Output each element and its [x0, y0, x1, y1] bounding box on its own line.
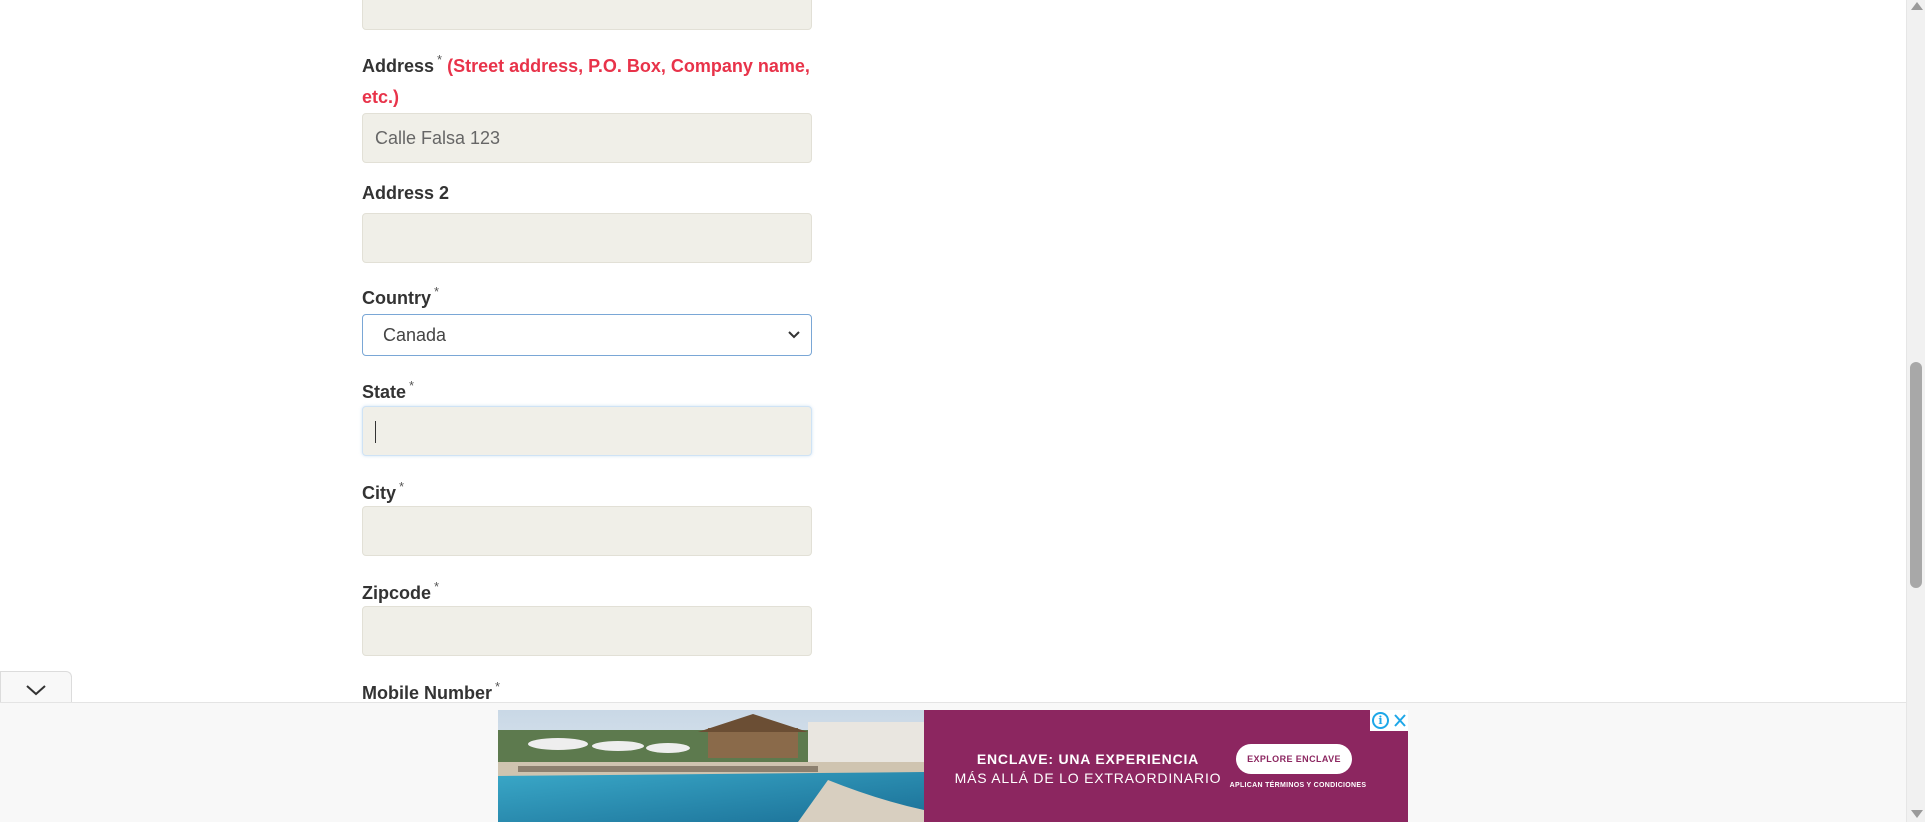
state-label: State * — [362, 370, 812, 408]
address2-input[interactable] — [362, 213, 812, 263]
ad-resort-photo — [498, 710, 924, 822]
required-mark: * — [409, 378, 415, 393]
country-field: Country * — [362, 276, 812, 314]
address-input[interactable]: Calle Falsa 123 — [362, 113, 812, 163]
zipcode-label: Zipcode * — [362, 571, 812, 609]
address2-label: Address 2 — [362, 183, 450, 203]
info-icon[interactable]: i — [1372, 712, 1389, 729]
address-label: Address * (Street address, P.O. Box, Comp… — [362, 44, 812, 82]
ad-collapse-button[interactable] — [0, 671, 72, 703]
city-label: City * — [362, 471, 812, 509]
ad-subline: MÁS ALLÁ DE LO EXTRAORDINARIO — [954, 770, 1222, 786]
address-hint: (Street address, P.O. Box, Company name, — [447, 56, 810, 76]
address-label-text: Address — [362, 56, 435, 76]
ad-cta-button[interactable]: EXPLORE ENCLAVE — [1236, 744, 1352, 774]
zipcode-input[interactable] — [362, 606, 812, 656]
chevron-down-icon — [26, 685, 46, 696]
country-selected-value: Canada — [383, 325, 447, 345]
close-icon[interactable] — [1392, 712, 1408, 729]
ad-controls: i — [1370, 710, 1408, 731]
zipcode-label-text: Zipcode — [362, 583, 432, 603]
required-mark: * — [434, 579, 440, 594]
required-mark: * — [495, 679, 501, 694]
scroll-down-arrow-icon[interactable] — [1911, 810, 1923, 818]
address-field: Address * (Street address, P.O. Box, Comp… — [362, 44, 812, 113]
previous-field-input[interactable] — [362, 0, 812, 30]
country-select[interactable]: Canada — [362, 314, 812, 356]
ad-text: ENCLAVE: UNA EXPERIENCIA MÁS ALLÁ DE LO … — [938, 750, 1238, 788]
city-field: City * — [362, 471, 812, 509]
ad-headline: ENCLAVE: UNA EXPERIENCIA — [976, 751, 1200, 767]
scroll-up-arrow-icon[interactable] — [1911, 2, 1923, 10]
state-input[interactable] — [362, 406, 812, 456]
ad-banner[interactable]: ENCLAVE: UNA EXPERIENCIA MÁS ALLÁ DE LO … — [498, 710, 1408, 822]
mobile-label-text: Mobile Number — [362, 683, 493, 703]
page: Address * (Street address, P.O. Box, Comp… — [0, 0, 1925, 822]
country-label: Country * — [362, 276, 812, 314]
required-mark: * — [434, 284, 440, 299]
state-label-text: State — [362, 382, 407, 402]
required-mark: * — [437, 52, 443, 67]
address-hint-cont: etc.) — [362, 87, 400, 107]
zipcode-field: Zipcode * — [362, 571, 812, 609]
chevron-down-icon — [788, 331, 800, 339]
ad-terms: APLICAN TÉRMINOS Y CONDICIONES — [1229, 782, 1367, 789]
state-field: State * — [362, 370, 812, 408]
page-scrollbar[interactable] — [1906, 0, 1925, 822]
text-caret — [375, 421, 376, 444]
address2-field: Address 2 — [362, 178, 812, 209]
city-input[interactable] — [362, 506, 812, 556]
country-label-text: Country — [362, 288, 431, 308]
city-label-text: City — [362, 483, 397, 503]
required-mark: * — [399, 479, 405, 494]
scrollbar-thumb[interactable] — [1910, 362, 1922, 588]
